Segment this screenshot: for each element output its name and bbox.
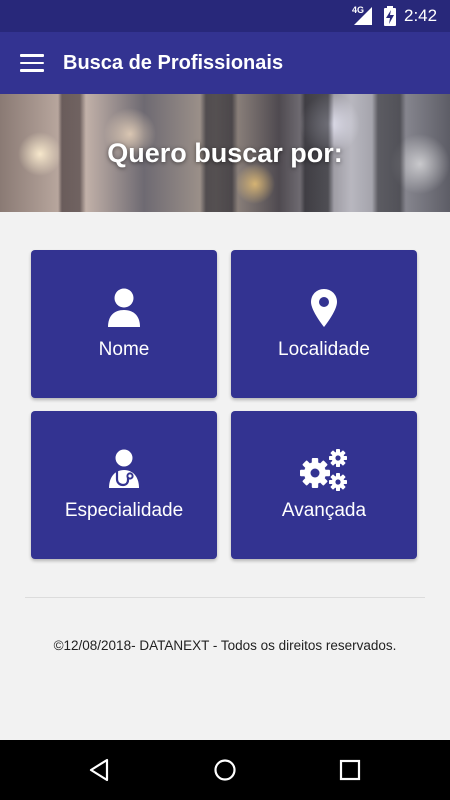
clock: 2:42 [404,6,438,25]
user-icon [108,288,140,327]
system-nav-bar [0,740,450,800]
tile-label-avancada: Avançada [281,500,367,521]
divider [25,597,425,598]
back-icon[interactable] [87,757,113,783]
search-by-location-button[interactable]: Localidade [231,250,417,398]
doctor-stethoscope-icon [109,449,139,488]
tile-label-especialidade: Especialidade [64,500,184,521]
tile-label-localidade: Localidade [278,339,370,360]
page-title: Busca de Profissionais [63,52,284,74]
map-pin-icon [311,289,337,327]
header-banner: Quero buscar por: [0,94,450,212]
search-by-name-button[interactable]: Nome [31,250,217,398]
copyright-footer: ©12/08/2018- DATANEXT - Todos os direito… [53,638,397,653]
home-icon[interactable] [212,757,238,783]
recents-icon[interactable] [337,757,363,783]
search-by-specialty-button[interactable]: Especialidade [31,411,217,559]
banner-heading: Quero buscar por: [107,138,343,168]
signal-icon [354,7,372,25]
hamburger-menu-icon[interactable] [20,54,44,72]
app-bar: Busca de Profissionais [0,32,450,94]
tile-label-nome: Nome [98,339,150,360]
gears-icon [300,449,347,491]
battery-charging-icon [384,6,396,26]
status-bar: 4G 2:42 [0,0,450,32]
advanced-search-button[interactable]: Avançada [231,411,417,559]
